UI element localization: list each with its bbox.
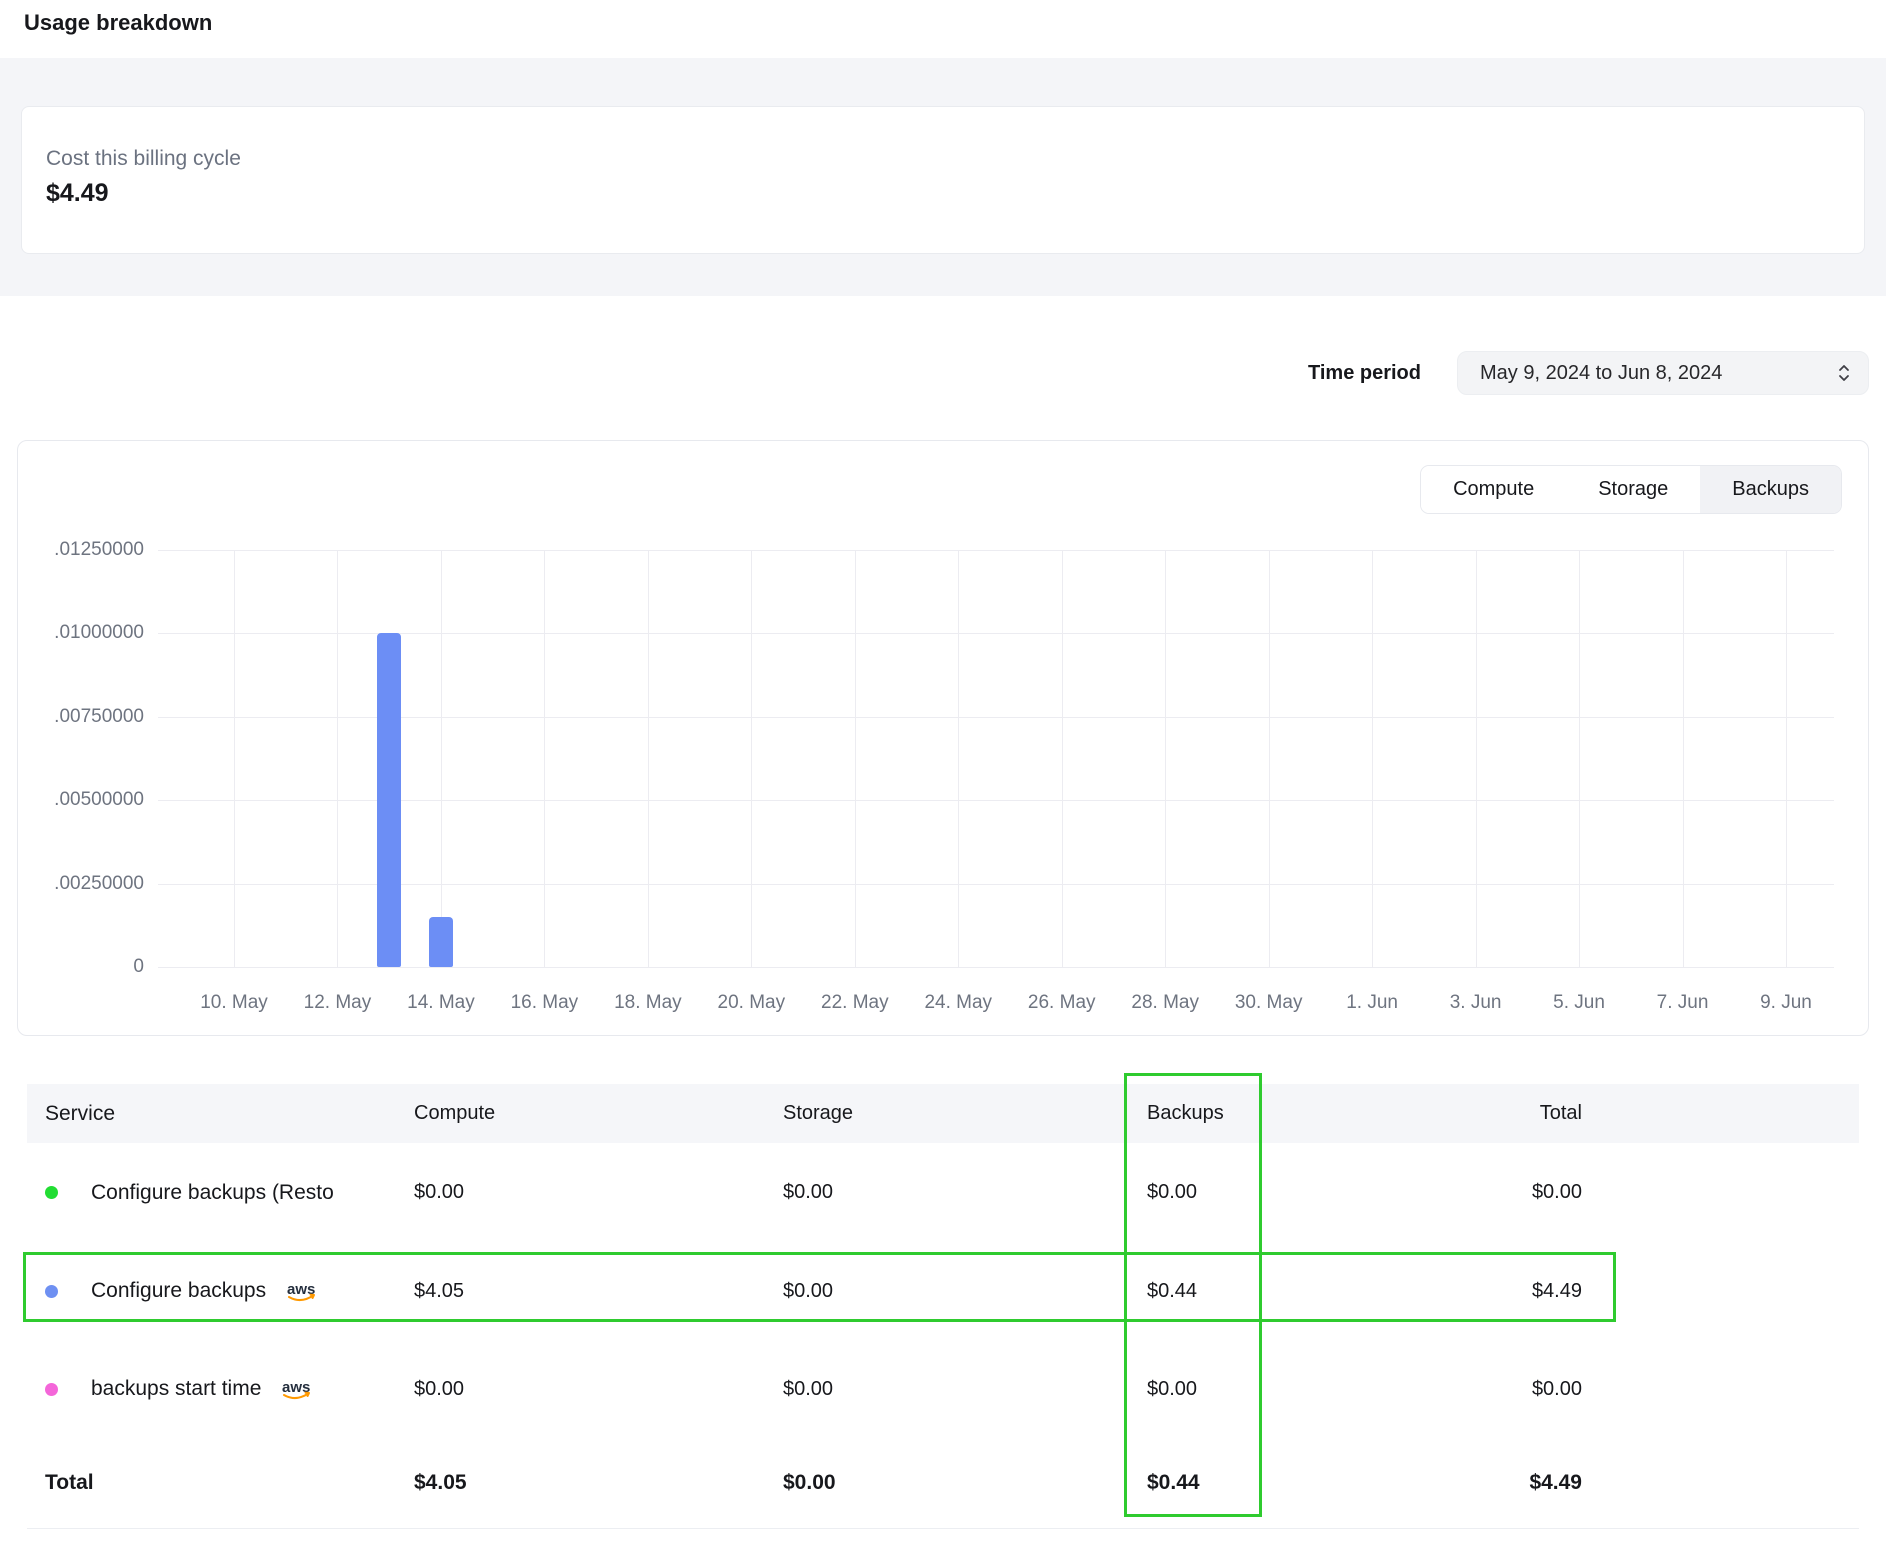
- tab-compute[interactable]: Compute: [1421, 466, 1566, 513]
- gridline-vertical: [1269, 550, 1270, 967]
- usage-table: Service Compute Storage Backups Total Co…: [27, 1084, 1859, 1529]
- y-axis-label: .01250000: [18, 539, 144, 561]
- gridline-vertical: [337, 550, 338, 967]
- time-period-value: May 9, 2024 to Jun 8, 2024: [1480, 362, 1722, 385]
- gridline-vertical: [751, 550, 752, 967]
- y-axis-label: .00250000: [18, 873, 144, 895]
- backups-value: $0.44: [1147, 1280, 1477, 1303]
- x-axis-label: 30. May: [1219, 992, 1319, 1014]
- x-axis-label: 14. May: [391, 992, 491, 1014]
- billing-cycle-card: Cost this billing cycle $4.49: [21, 106, 1865, 254]
- backups-value: $0.00: [1147, 1378, 1477, 1401]
- column-header-backups: Backups: [1147, 1102, 1477, 1125]
- usage-breakdown-page: Usage breakdown Cost this billing cycle …: [0, 0, 1886, 1548]
- total-row-label: Total: [27, 1471, 414, 1495]
- total-value: $0.00: [1477, 1181, 1859, 1204]
- gridline-vertical: [1683, 550, 1684, 967]
- gridline-horizontal: [158, 717, 1834, 718]
- gridline-vertical: [234, 550, 235, 967]
- x-axis-label: 3. Jun: [1426, 992, 1526, 1014]
- y-axis-label: .00750000: [18, 706, 144, 728]
- service-name: backups start time: [91, 1377, 261, 1401]
- table-total-row: Total $4.05 $0.00 $0.44 $4.49: [27, 1438, 1859, 1528]
- time-period-row: Time period May 9, 2024 to Jun 8, 2024: [0, 351, 1869, 395]
- gridline-vertical: [958, 550, 959, 967]
- gridline-vertical: [1476, 550, 1477, 967]
- x-axis-label: 10. May: [184, 992, 284, 1014]
- gridline-vertical: [1786, 550, 1787, 967]
- gridline-vertical: [1165, 550, 1166, 967]
- compute-value: $0.00: [414, 1181, 783, 1204]
- table-header-row: Service Compute Storage Backups Total: [27, 1084, 1859, 1143]
- time-period-label: Time period: [1308, 362, 1421, 385]
- chevron-updown-icon: [1836, 362, 1852, 384]
- gridline-vertical: [441, 550, 442, 967]
- chart-tab-group: Compute Storage Backups: [1420, 465, 1842, 514]
- billing-cycle-label: Cost this billing cycle: [46, 147, 1864, 171]
- x-axis-label: 18. May: [598, 992, 698, 1014]
- column-header-storage: Storage: [783, 1102, 1147, 1125]
- column-header-service: Service: [27, 1102, 414, 1126]
- y-axis-label: .01000000: [18, 622, 144, 644]
- service-dot-2: [45, 1383, 58, 1396]
- x-axis-label: 12. May: [287, 992, 387, 1014]
- gridline-horizontal: [158, 550, 1834, 551]
- chart-bar: [429, 917, 453, 967]
- service-name: Configure backups: [91, 1279, 266, 1303]
- chart-bar: [377, 633, 401, 967]
- gridline-vertical: [544, 550, 545, 967]
- column-header-compute: Compute: [414, 1102, 783, 1125]
- gridline-vertical: [1372, 550, 1373, 967]
- compute-value: $0.00: [414, 1378, 783, 1401]
- billing-band: Cost this billing cycle $4.49: [0, 58, 1886, 296]
- storage-value: $0.00: [783, 1181, 1147, 1204]
- tab-storage[interactable]: Storage: [1566, 466, 1700, 513]
- table-row: backups start time aws $0.00 $0.00 $0.00…: [27, 1340, 1859, 1438]
- compute-total: $4.05: [414, 1471, 783, 1495]
- gridline-vertical: [1062, 550, 1063, 967]
- x-axis-label: 7. Jun: [1633, 992, 1733, 1014]
- y-axis-label: .00500000: [18, 789, 144, 811]
- y-axis-label: 0: [18, 956, 144, 978]
- time-period-select[interactable]: May 9, 2024 to Jun 8, 2024: [1457, 351, 1869, 395]
- storage-value: $0.00: [783, 1280, 1147, 1303]
- backups-total: $0.44: [1147, 1471, 1477, 1495]
- gridline-vertical: [648, 550, 649, 967]
- service-dot-1: [45, 1285, 58, 1298]
- aws-icon: aws: [286, 1281, 322, 1305]
- total-value: $0.00: [1477, 1378, 1859, 1401]
- chart-plot: 10. May12. May14. May16. May18. May20. M…: [158, 550, 1834, 967]
- storage-total: $0.00: [783, 1471, 1147, 1495]
- total-total: $4.49: [1477, 1471, 1859, 1495]
- x-axis-label: 5. Jun: [1529, 992, 1629, 1014]
- column-header-total: Total: [1477, 1102, 1859, 1125]
- x-axis-label: 26. May: [1012, 992, 1112, 1014]
- backups-value: $0.00: [1147, 1181, 1477, 1204]
- table-row: Configure backups (Resto $0.00 $0.00 $0.…: [27, 1143, 1859, 1242]
- x-axis-label: 16. May: [494, 992, 594, 1014]
- x-axis-label: 22. May: [805, 992, 905, 1014]
- total-value: $4.49: [1477, 1280, 1859, 1303]
- page-title: Usage breakdown: [0, 0, 1886, 58]
- service-dot-0: [45, 1186, 58, 1199]
- storage-value: $0.00: [783, 1378, 1147, 1401]
- gridline-vertical: [1579, 550, 1580, 967]
- tab-backups[interactable]: Backups: [1700, 466, 1841, 513]
- gridline-horizontal: [158, 884, 1834, 885]
- service-name: Configure backups (Resto: [91, 1181, 334, 1205]
- x-axis-label: 9. Jun: [1736, 992, 1836, 1014]
- x-axis-label: 20. May: [701, 992, 801, 1014]
- x-axis-label: 1. Jun: [1322, 992, 1422, 1014]
- table-row: Configure backups aws $4.05 $0.00 $0.44 …: [27, 1242, 1859, 1340]
- aws-icon: aws: [281, 1379, 317, 1403]
- chart-card: Compute Storage Backups 10. May12. May14…: [17, 440, 1869, 1036]
- gridline-horizontal: [158, 967, 1834, 968]
- compute-value: $4.05: [414, 1280, 783, 1303]
- billing-cycle-amount: $4.49: [46, 179, 1864, 208]
- gridline-horizontal: [158, 633, 1834, 634]
- x-axis-label: 28. May: [1115, 992, 1215, 1014]
- x-axis-label: 24. May: [908, 992, 1008, 1014]
- gridline-horizontal: [158, 800, 1834, 801]
- gridline-vertical: [855, 550, 856, 967]
